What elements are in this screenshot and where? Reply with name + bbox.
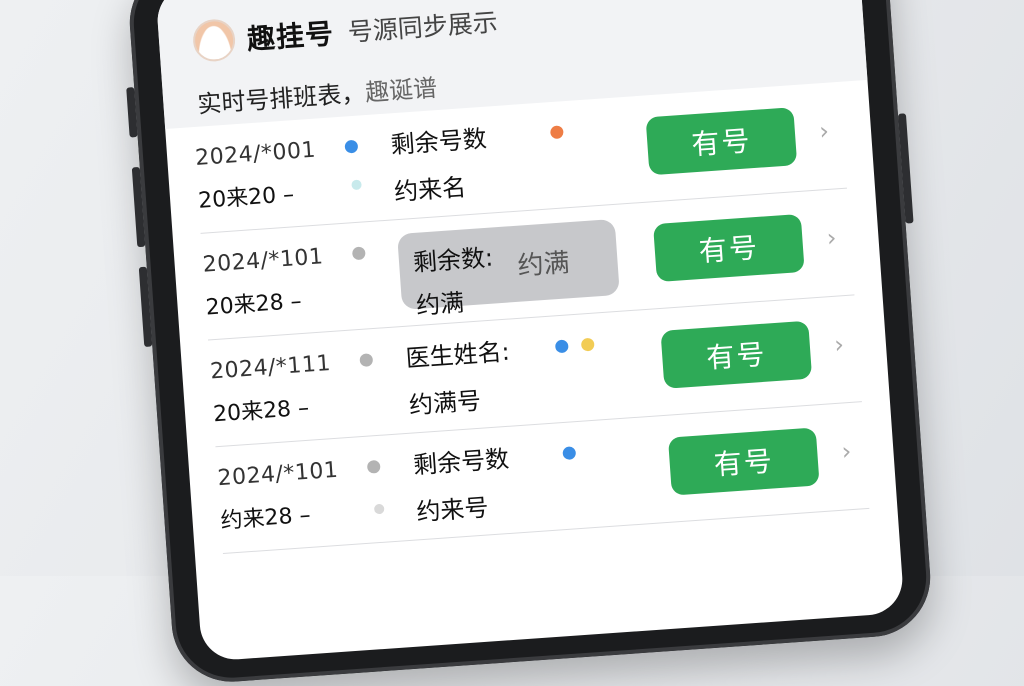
- remaining-value: 约来号: [415, 493, 490, 527]
- doctor-name-label: 医生姓名:: [404, 337, 511, 373]
- status-dot: [562, 446, 577, 461]
- status-dot: [549, 125, 564, 140]
- status-dot: [351, 179, 362, 191]
- chevron-right-icon[interactable]: ›: [818, 117, 830, 146]
- date-text: 2024/*101: [216, 457, 340, 491]
- status-dot: [359, 353, 374, 368]
- time-text: 20来28 –: [212, 395, 310, 427]
- schedule-label: 实时号排班表，: [196, 79, 367, 119]
- phone-frame: 趣挂号 号源同步展示 实时号排班表，趣诞谱 2024/*001 20来20 – …: [125, 0, 935, 686]
- volume-up-button: [131, 166, 146, 248]
- status-dot: [554, 339, 569, 354]
- chevron-right-icon[interactable]: ›: [833, 330, 845, 359]
- volume-down-button: [138, 266, 153, 348]
- app-subtitle: 号源同步展示: [346, 7, 499, 48]
- status-dot: [373, 503, 385, 515]
- time-text: 约来28 –: [219, 502, 312, 534]
- remaining-label: 剩余数:: [412, 243, 495, 278]
- available-button[interactable]: 有号: [653, 213, 805, 283]
- chevron-right-icon[interactable]: ›: [826, 224, 838, 253]
- remaining-value: 约来名: [393, 173, 467, 207]
- time-text: 20来28 –: [204, 288, 303, 321]
- phone-screen: 趣挂号 号源同步展示 实时号排班表，趣诞谱 2024/*001 20来20 – …: [155, 0, 905, 662]
- status-dot: [351, 246, 366, 261]
- side-button: [126, 87, 138, 138]
- avatar-icon[interactable]: [191, 17, 237, 63]
- date-text: 2024/*001: [194, 137, 317, 171]
- schedule-sub: 趣诞谱: [364, 74, 438, 107]
- chevron-right-icon[interactable]: ›: [841, 437, 853, 466]
- doctor-status: 约满号: [408, 386, 482, 420]
- available-button[interactable]: 有号: [645, 107, 798, 176]
- full-status-box: 剩余数: 约满 约满: [397, 218, 620, 320]
- power-button: [897, 113, 914, 224]
- full-tag: 约满: [516, 248, 571, 282]
- available-button[interactable]: 有号: [667, 427, 820, 496]
- app-title: 趣挂号: [245, 17, 336, 57]
- schedule-list: 2024/*001 20来20 – 剩余号数 约来名 有号 › 2024/*10…: [165, 80, 897, 556]
- status-dot: [580, 337, 595, 352]
- status-dot: [366, 459, 381, 474]
- time-text: 20来20 –: [197, 181, 295, 214]
- date-text: 2024/*111: [209, 350, 332, 384]
- remaining-label: 剩余号数: [412, 444, 511, 480]
- status-dot: [344, 139, 359, 154]
- date-text: 2024/*101: [201, 243, 325, 278]
- remaining-label: 剩余号数: [389, 124, 488, 160]
- available-button[interactable]: 有号: [660, 320, 813, 389]
